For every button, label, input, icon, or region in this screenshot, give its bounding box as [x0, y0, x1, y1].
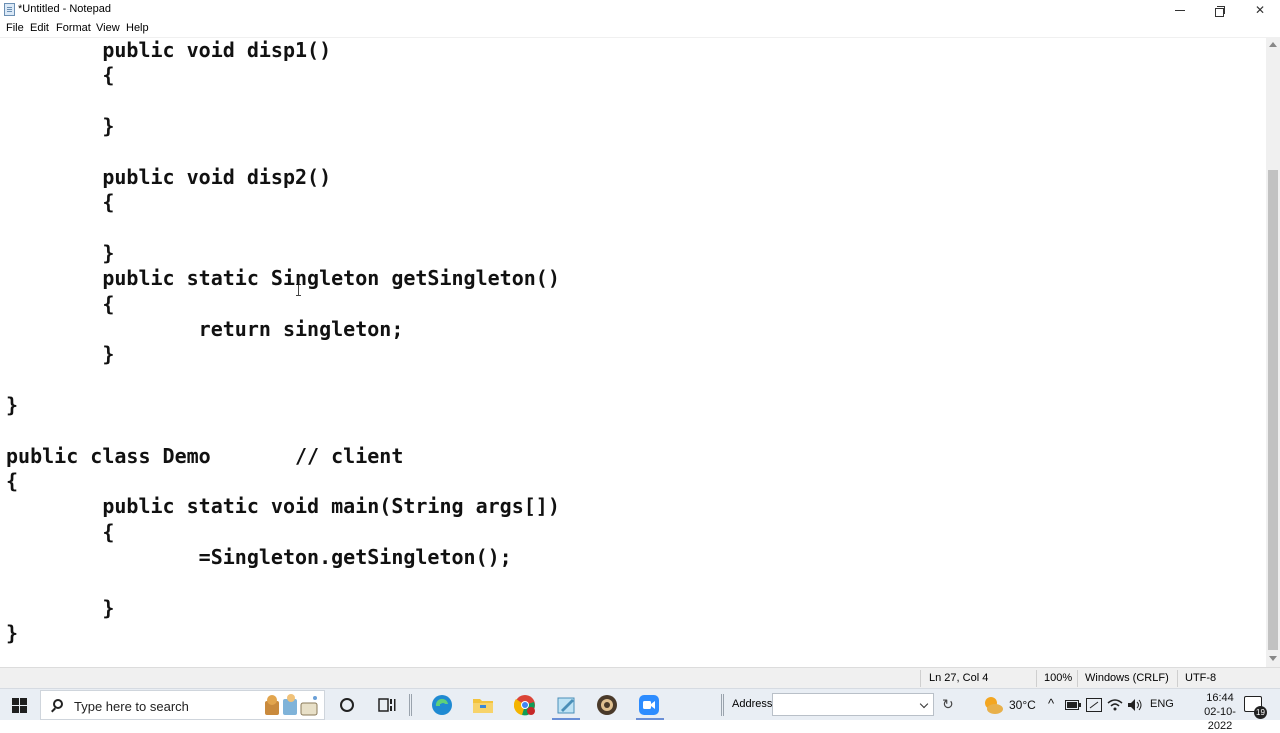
notification-count: 19: [1254, 706, 1267, 719]
code-line: public class Demo // client: [6, 443, 404, 468]
code-line: =Singleton.getSingleton();: [6, 545, 512, 569]
menu-file[interactable]: File: [6, 22, 24, 34]
chevron-down-icon[interactable]: [919, 699, 929, 709]
minimize-icon: [1175, 9, 1185, 11]
menu-view[interactable]: View: [96, 22, 120, 34]
code-line: }: [6, 342, 115, 367]
file-explorer-icon[interactable]: [472, 694, 494, 716]
search-input[interactable]: Type here to search: [74, 699, 189, 714]
code-line: {: [6, 190, 115, 215]
volume-icon[interactable]: [1126, 694, 1144, 716]
code-line: public void disp1(): [6, 38, 332, 62]
code-line: {: [6, 291, 115, 316]
start-button[interactable]: [12, 698, 27, 713]
address-label: Address: [732, 698, 773, 710]
chrome-icon[interactable]: [514, 694, 536, 716]
scroll-thumb[interactable]: [1268, 170, 1278, 650]
refresh-icon[interactable]: ↻: [942, 696, 954, 713]
windows-logo-icon: [20, 698, 27, 705]
code-line: {: [6, 519, 115, 544]
address-input[interactable]: [772, 693, 934, 716]
vertical-scrollbar[interactable]: [1266, 37, 1280, 667]
line-ending: Windows (CRLF): [1085, 672, 1169, 684]
weather-temperature[interactable]: 30°C: [1009, 698, 1036, 712]
task-view-icon[interactable]: [376, 694, 398, 716]
notepad-taskbar-icon[interactable]: [555, 694, 577, 716]
input-language[interactable]: ENG: [1150, 698, 1174, 710]
window-title: *Untitled - Notepad: [18, 3, 111, 15]
code-line: }: [6, 114, 115, 139]
weather-icon[interactable]: [982, 694, 1004, 716]
cortana-icon[interactable]: [336, 694, 358, 716]
status-divider: [1077, 670, 1078, 687]
menu-format[interactable]: Format: [56, 22, 91, 34]
windows-logo-icon: [12, 698, 19, 705]
zoom-level: 100%: [1044, 672, 1073, 684]
code-line: }: [6, 392, 19, 417]
battery-icon[interactable]: [1064, 694, 1082, 716]
title-bar: *Untitled - Notepad ✕: [0, 0, 1280, 20]
zoom-app-icon[interactable]: [638, 694, 660, 716]
code-line: {: [6, 468, 19, 493]
system-clock[interactable]: 16:44 02-10-2022: [1196, 691, 1244, 733]
status-bar: Ln 27, Col 4 100% Windows (CRLF) UTF-8: [0, 667, 1280, 688]
notepad-icon: [4, 3, 15, 16]
meet-now-icon[interactable]: [1085, 694, 1103, 716]
menu-help[interactable]: Help: [126, 22, 149, 34]
scroll-up-icon[interactable]: [1269, 42, 1277, 47]
code-line: {: [6, 63, 115, 88]
taskbar-divider: [409, 694, 412, 716]
status-divider: [920, 670, 921, 687]
clock-time: 16:44: [1206, 692, 1234, 704]
cursor-position: Ln 27, Col 4: [929, 672, 989, 684]
toolbar-grip: [721, 694, 724, 716]
wifi-icon[interactable]: [1106, 694, 1124, 716]
clock-date: 02-10-2022: [1204, 706, 1236, 732]
menu-bar: File Edit Format View Help: [0, 20, 1280, 37]
code-line: public static void main(String args[]): [6, 494, 560, 519]
code-line: public static Singleton getSingleton(): [6, 266, 560, 291]
taskbar-search-box[interactable]: Type here to search: [40, 690, 325, 720]
menu-edit[interactable]: Edit: [30, 22, 49, 34]
code-line: public void disp2(): [6, 164, 332, 189]
windows-logo-icon: [20, 706, 27, 713]
scroll-down-icon[interactable]: [1269, 656, 1277, 661]
code-line: }: [6, 595, 115, 620]
close-button[interactable]: ✕: [1240, 0, 1280, 20]
restore-icon: [1215, 5, 1225, 17]
chevron-up-icon[interactable]: ^: [1048, 696, 1054, 711]
edge-browser-icon[interactable]: [431, 694, 453, 716]
restore-button[interactable]: [1200, 0, 1240, 20]
text-editor[interactable]: public void disp1() { } public void disp…: [0, 37, 1266, 667]
windows-logo-icon: [12, 706, 19, 713]
status-divider: [1036, 670, 1037, 687]
taskbar: Type here to search Address ↻ 30°C ^ ENG…: [0, 688, 1280, 732]
minimize-button[interactable]: [1160, 0, 1200, 20]
code-line: }: [6, 240, 115, 265]
status-divider: [1177, 670, 1178, 687]
close-icon: ✕: [1254, 3, 1266, 17]
search-highlight-icon: [265, 694, 318, 716]
code-line: return singleton;: [6, 316, 404, 341]
code-line: }: [6, 621, 19, 646]
encoding: UTF-8: [1185, 672, 1217, 684]
recorder-app-icon[interactable]: [596, 694, 618, 716]
search-icon: [53, 699, 63, 709]
